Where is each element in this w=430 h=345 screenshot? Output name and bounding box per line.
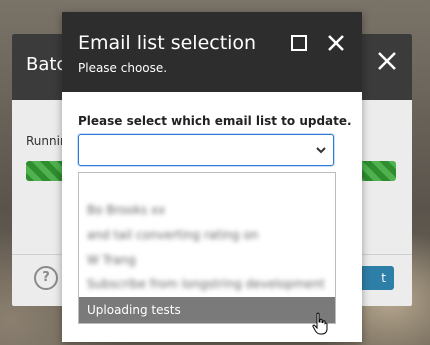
hand-cursor-icon [312,312,328,335]
list-item[interactable]: Subscribe from longstring development [87,277,325,291]
list-item[interactable]: Bo Brooks xx [87,203,165,217]
email-list-select[interactable] [78,134,334,166]
email-list-prompt: Please select which email list to update… [78,114,352,128]
list-item[interactable]: and tail converting rating on [87,228,258,242]
close-icon[interactable] [326,33,346,53]
dialog-subtitle: Please choose. [78,61,168,75]
background-dialog-title: Batc [26,54,67,75]
email-list-dropdown[interactable]: Bo Brooks xx and tail converting rating … [78,172,336,324]
email-list-selection-dialog: Email list selection Please choose. Plea… [62,12,362,342]
dialog-title: Email list selection [78,32,257,54]
list-item[interactable]: W Trang [87,253,136,267]
list-item-label: Uploading tests [87,303,181,317]
dialog-header: Email list selection Please choose. [62,12,362,92]
help-icon[interactable]: ? [34,266,58,290]
list-item-highlighted[interactable]: Uploading tests [79,297,335,323]
maximize-icon[interactable] [290,34,308,52]
chevron-down-icon [316,147,326,154]
close-icon[interactable] [376,50,398,72]
